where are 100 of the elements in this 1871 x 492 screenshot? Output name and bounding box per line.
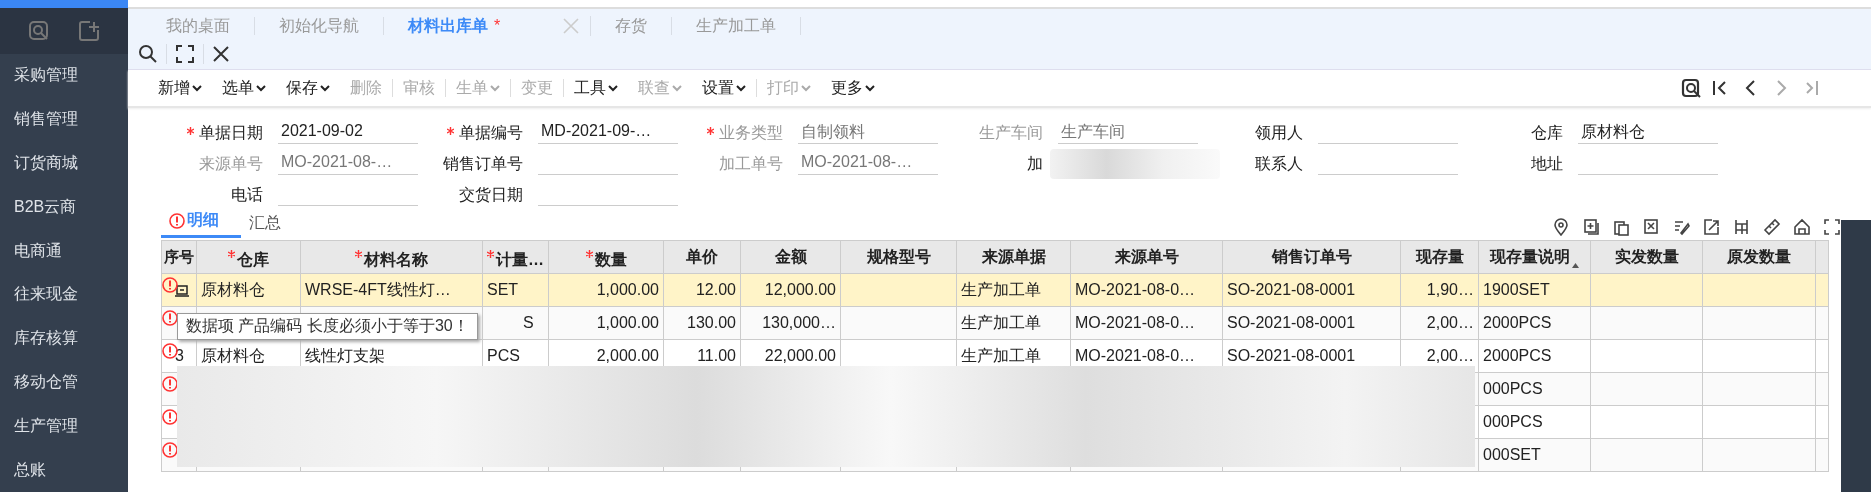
table-cell: 2000PCS [1478,339,1591,373]
column-header[interactable]: 仓库 [196,240,301,274]
table-cell: 生产加工单 [956,273,1071,307]
caret-icon [865,84,875,92]
field-label: 仓库 [1531,123,1563,143]
field-label: 领用人 [1255,123,1303,143]
add-row-icon[interactable] [1583,218,1601,236]
table-cell: 12,000.00 [740,273,841,307]
toolbar-button[interactable]: 新增 [148,77,212,99]
close-icon[interactable] [212,45,230,63]
column-header[interactable]: 计量… [482,240,549,274]
sidebar-item[interactable]: 生产管理 [0,404,128,449]
preview-icon[interactable] [1681,78,1701,98]
caret-icon [672,84,682,92]
sidebar-item[interactable]: 移动仓管 [0,360,128,405]
fullscreen-icon[interactable] [175,44,195,64]
table-cell: SO-2021-08-0001 [1222,273,1401,307]
table-row[interactable]: 原材料仓 WRSE-4FT线性灯… SET 1,000.00 12.00 12,000.00 生产加工单 MO-2021-08-0… SO-2021-08-0001 1,90… 1900SET [161,273,1829,307]
add-icon[interactable] [78,19,100,42]
input-field[interactable]: 原材料仓 [1578,122,1718,144]
field-label: 来源单号 [199,154,263,174]
input-field[interactable]: MD-2021-09-… [538,122,678,144]
field-label: 电话 [231,185,263,205]
sort-icon[interactable] [1572,262,1579,268]
split-icon[interactable] [1733,218,1751,236]
column-header[interactable]: 材料名称 [300,240,483,274]
toolbar-button[interactable]: 设置 [692,77,756,99]
column-header[interactable]: 销售订单号 [1222,240,1401,274]
caret-icon [192,84,202,92]
table-cell: 000PCS [1478,405,1591,439]
table-cell: WRSE-4FT线性灯… [300,273,483,307]
table-cell: 1,000.00 [548,273,664,307]
caret-icon [608,84,618,92]
edit-icon[interactable] [1673,218,1691,236]
table-cell: S [482,306,549,340]
column-header[interactable]: 原发数量 [1702,240,1816,274]
field-label: 地址 [1531,154,1563,174]
table-cell: 2000PCS [1478,306,1591,340]
column-header[interactable]: 来源单据 [956,240,1071,274]
caret-icon [736,84,746,92]
column-header[interactable]: 数量 [548,240,664,274]
modified-mark: * [494,17,501,35]
caret-icon [256,84,266,92]
export-icon[interactable] [1703,218,1721,236]
column-header[interactable]: 现存量 [1400,240,1479,274]
toolbar-button[interactable]: 工具 [564,77,628,99]
sidebar-item[interactable]: 库存核算 [0,316,128,361]
toolbar-button[interactable]: 更多 [821,77,885,99]
input-field[interactable]: 2021-09-02 [278,122,418,144]
field-label: 单据日期 [187,123,263,144]
table-cell: 1,90… [1400,273,1479,307]
row-number: 3 [174,347,184,364]
toolbar-button[interactable]: 选单 [212,77,276,99]
location-pin-icon[interactable] [1553,218,1571,236]
table-cell: 000SET [1478,438,1591,472]
column-header[interactable]: 金额 [740,240,841,274]
caret-icon [320,84,330,92]
field-label: 加工单号 [719,154,783,174]
table-cell: 12.00 [663,273,741,307]
column-header[interactable]: 实发数量 [1590,240,1703,274]
column-header[interactable]: 规格型号 [840,240,957,274]
table-cell: 130.00 [663,306,741,340]
column-header[interactable]: 现存量说明 [1478,240,1591,274]
field-label: 加 [1027,154,1043,174]
caret-icon [490,84,500,92]
table-cell: MO-2021-08-0… [1070,306,1223,340]
field-label: 单据编号 [447,123,523,144]
sidebar-item[interactable]: 电商通 [0,229,128,273]
tab[interactable]: 汇总 [241,213,303,238]
delete-row-icon[interactable] [1643,218,1661,236]
table-cell: 2,00… [1400,306,1479,340]
home-icon[interactable] [1793,218,1811,236]
sidebar-item[interactable]: 总账 [0,448,128,492]
column-header[interactable]: 序号 [161,240,197,274]
edit-row-icon[interactable] [175,283,189,297]
toolbar-button[interactable]: 保存 [276,77,340,99]
sidebar-item[interactable]: 往来现金 [0,272,128,317]
ruler-icon[interactable] [1763,218,1781,236]
table-cell: SET [482,273,549,307]
table-cell: 000PCS [1478,372,1591,406]
sidebar-item[interactable]: 订货商城 [0,141,128,186]
table-cell: 1900SET [1478,273,1591,307]
column-header[interactable]: 来源单号 [1070,240,1223,274]
column-header[interactable]: 单价 [663,240,741,274]
field-label: 生产车间 [979,123,1043,143]
tooltip: 数据项 产品编码 长度必须小于等于30！ [177,313,478,340]
table-cell: 生产加工单 [956,306,1071,340]
field-label: 交货日期 [459,185,523,205]
field-label: 销售订单号 [443,154,523,174]
search-icon[interactable] [138,44,158,64]
table-cell: 原材料仓 [196,273,301,307]
sidebar-item[interactable]: B2B云商 [0,185,128,230]
sidebar-item[interactable]: 采购管理 [0,53,128,98]
copy-icon[interactable] [1613,218,1631,236]
caret-icon [801,84,811,92]
table-cell: 130,000… [740,306,841,340]
expand-icon[interactable] [1823,218,1841,236]
field-label: 联系人 [1255,154,1303,174]
table-cell: SO-2021-08-0001 [1222,306,1401,340]
sidebar-item[interactable]: 销售管理 [0,97,128,142]
